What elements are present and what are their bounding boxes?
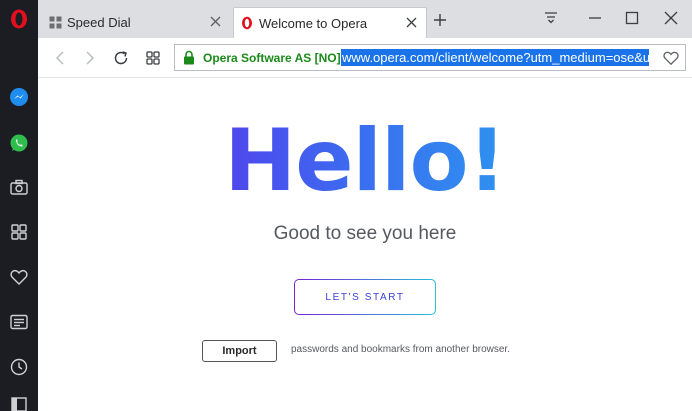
sidebar-toggle-icon [11, 397, 27, 411]
tab-menu-icon[interactable] [542, 9, 560, 27]
close-window-icon[interactable] [662, 9, 680, 27]
lets-start-label: LET'S START [295, 280, 435, 314]
minimize-icon[interactable] [586, 9, 604, 27]
speed-dial-icon [146, 51, 160, 65]
tab-title: Welcome to Opera [259, 16, 368, 31]
import-description: passwords and bookmarks from another bro… [291, 344, 510, 355]
sidebar [0, 0, 38, 411]
address-bar[interactable]: Opera Software AS [NO] www.opera.com/cli… [174, 44, 686, 71]
lets-start-button[interactable]: LET'S START [294, 279, 436, 315]
opera-logo-icon [240, 16, 254, 30]
history-button[interactable] [0, 352, 38, 382]
maximize-icon[interactable] [623, 9, 641, 27]
back-button[interactable] [51, 49, 69, 67]
sidebar-toggle-button[interactable] [0, 396, 38, 411]
tab-title: Speed Dial [67, 15, 131, 30]
hello-heading: Hello! [38, 111, 692, 211]
bookmarks-button[interactable] [0, 262, 38, 292]
snapshot-button[interactable] [0, 172, 38, 202]
tab-strip: Speed Dial Welcome to Opera [38, 0, 692, 38]
messenger-button[interactable] [0, 82, 38, 112]
opera-logo-icon [11, 9, 27, 29]
speed-dial-toolbar-button[interactable] [144, 49, 162, 67]
tab-welcome[interactable]: Welcome to Opera [233, 7, 427, 38]
close-tab-icon[interactable] [209, 15, 222, 28]
security-badge[interactable]: Opera Software AS [NO] [203, 51, 341, 65]
speed-dial-icon [11, 224, 27, 240]
whatsapp-icon [10, 134, 28, 152]
forward-arrow-icon [86, 51, 95, 65]
import-button[interactable]: Import [202, 340, 277, 362]
close-tab-icon[interactable] [405, 16, 418, 29]
welcome-subtitle: Good to see you here [273, 223, 457, 244]
camera-icon [10, 179, 28, 195]
reload-icon [114, 51, 128, 65]
history-icon [10, 358, 28, 376]
opera-menu-button[interactable] [0, 0, 38, 38]
forward-button[interactable] [81, 49, 99, 67]
heart-icon [10, 269, 28, 285]
whatsapp-button[interactable] [0, 128, 38, 158]
tab-speed-dial[interactable]: Speed Dial [42, 7, 230, 38]
back-arrow-icon [55, 51, 64, 65]
lock-icon [184, 50, 194, 65]
speed-dial-sidebar-button[interactable] [0, 217, 38, 247]
messenger-icon [10, 88, 28, 106]
news-icon [10, 314, 28, 330]
navigation-toolbar: Opera Software AS [NO] www.opera.com/cli… [38, 38, 692, 78]
reload-button[interactable] [112, 49, 130, 67]
speed-dial-icon [48, 15, 62, 29]
news-button[interactable] [0, 307, 38, 337]
browser-window: Speed Dial Welcome to Opera Opera Softwa… [0, 0, 692, 411]
url-field[interactable]: www.opera.com/client/welcome?utm_medium=… [341, 49, 649, 66]
bookmark-heart-icon[interactable] [663, 50, 679, 66]
page-content: Hello! Good to see you here LET'S START … [38, 79, 692, 411]
new-tab-icon[interactable] [433, 13, 447, 27]
